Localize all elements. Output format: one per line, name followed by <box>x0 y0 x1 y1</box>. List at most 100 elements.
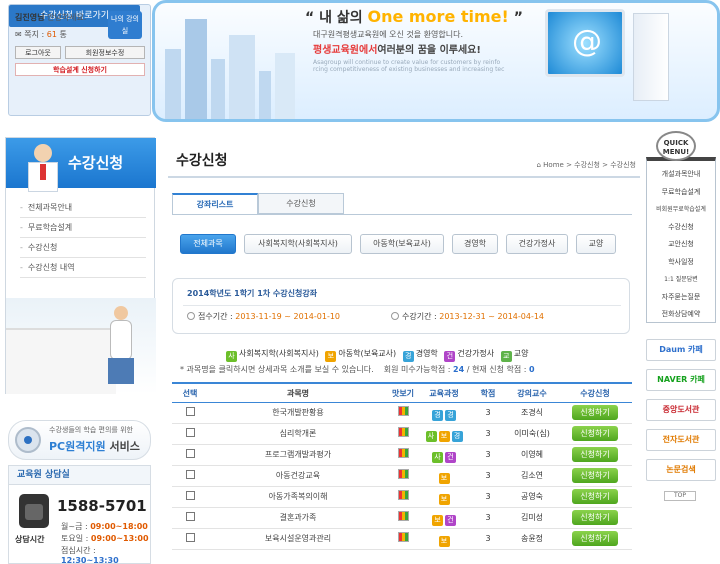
table-row: 결혼과가족 보 건 3 김미성 신청하기 <box>172 508 632 529</box>
apply-button[interactable]: 신청하기 <box>572 426 618 441</box>
sidebar-item-enroll[interactable]: 수강신청 <box>20 238 146 258</box>
quick-link-banner[interactable]: 전자도서관 <box>646 429 716 451</box>
hours-time: 09:00~18:00 <box>90 522 148 531</box>
course-name[interactable]: 심리학개론 <box>208 424 388 444</box>
notes-label: 쪽지 : <box>24 30 45 39</box>
preview-icon[interactable] <box>397 427 409 437</box>
course-name[interactable]: 프로그램개발과평가 <box>208 445 388 465</box>
professor-cell: 김미성 <box>520 513 544 522</box>
telephone-icon <box>19 494 49 528</box>
apply-button[interactable]: 신청하기 <box>572 405 618 420</box>
remaining-credit-label: 회원 미수가능학점 : <box>383 365 451 374</box>
preview-icon[interactable] <box>397 448 409 458</box>
apply-button[interactable]: 신청하기 <box>572 531 618 546</box>
preview-cell <box>388 508 418 528</box>
quick-menu-item[interactable]: 1:1 질문답변 <box>647 274 715 283</box>
apply-button[interactable]: 신청하기 <box>572 468 618 483</box>
logout-button[interactable]: 로그아웃 <box>15 46 61 59</box>
table-row: 프로그램개발과평가 사 건 3 이영혜 신청하기 <box>172 445 632 466</box>
professor-cell: 이영혜 <box>520 450 544 459</box>
hours-label: 토요일 : <box>61 534 89 543</box>
preview-icon[interactable] <box>397 469 409 479</box>
quick-link-banner[interactable]: Daum 카페 <box>646 339 716 361</box>
notes-info[interactable]: ✉ 쪽지 : 61 통 <box>15 29 67 40</box>
apply-button[interactable]: 신청하기 <box>572 510 618 525</box>
remaining-credit-value: 24 <box>453 365 465 374</box>
program-cell: 보 <box>418 529 470 549</box>
tab-enroll[interactable]: 수강신청 <box>258 193 344 214</box>
table-row: 한국개발판황용 경 경 3 조경식 신청하기 <box>172 403 632 424</box>
table-row: 아동가족복의이해 보 3 공영숙 신청하기 <box>172 487 632 508</box>
instruction-note: * 과목명을 클릭하시면 상세과목 소개를 보실 수 있습니다. 회원 미수가능… <box>180 364 535 375</box>
course-name[interactable]: 한국개발판황용 <box>208 403 388 423</box>
breadcrumb: ⌂ Home > 수강신청 > 수강신청 <box>537 160 637 170</box>
preview-cell <box>388 487 418 507</box>
col-credit: 학점 <box>480 389 496 398</box>
my-classroom-button[interactable]: 나의 강의실 <box>108 11 142 39</box>
term-title: 2014학년도 1학기 1차 수강신청강좌 <box>187 289 318 298</box>
notes-unit: 통 <box>59 30 67 39</box>
legend-badge: 사 <box>226 351 237 362</box>
preview-icon[interactable] <box>397 511 409 521</box>
select-checkbox[interactable] <box>185 407 195 416</box>
professor-cell: 이미숙(심) <box>514 429 550 438</box>
preview-cell <box>388 424 418 444</box>
category-liberal-arts[interactable]: 교양 <box>576 234 616 254</box>
apply-cell: 신청하기 <box>558 445 632 465</box>
quick-menu-item[interactable]: 개설과목안내 <box>647 169 715 179</box>
category-all[interactable]: 전체과목 <box>180 234 236 254</box>
member-edit-button[interactable]: 회원정보수정 <box>65 46 145 59</box>
quick-menu-item[interactable]: 수강신청 <box>647 222 715 232</box>
category-business[interactable]: 경영학 <box>452 234 498 254</box>
quick-link-banner[interactable]: 중앙도서관 <box>646 399 716 421</box>
preview-icon[interactable] <box>397 406 409 416</box>
scroll-top-button[interactable]: TOP <box>664 491 696 501</box>
sidebar-item-free-plan[interactable]: 무료학습설계 <box>20 218 146 238</box>
notes-count: 61 <box>46 30 57 39</box>
preview-icon[interactable] <box>397 490 409 500</box>
sidebar-item-all-courses[interactable]: 전체과목안내 <box>20 198 146 218</box>
quick-menu-item[interactable]: 자주묻는질문 <box>647 292 715 302</box>
title-divider <box>168 176 640 178</box>
pc-remote-support-banner[interactable]: 수강생들의 학습 편의를 위한 PC원격지원 서비스 <box>8 420 151 460</box>
category-health-family[interactable]: 건강가정사 <box>506 234 568 254</box>
quick-menu-item[interactable]: 교안신청 <box>647 239 715 249</box>
course-name[interactable]: 결혼과가족 <box>208 508 388 528</box>
tab-course-list[interactable]: 강좌리스트 <box>172 193 258 214</box>
category-social-welfare[interactable]: 사회복지학(사회복지사) <box>244 234 352 254</box>
select-checkbox[interactable] <box>185 449 195 458</box>
course-name[interactable]: 아동가족복의이해 <box>208 487 388 507</box>
hero-banner: “ 내 삶의 One more time! ” 대구원격평생교육원에 오신 것을… <box>152 0 720 122</box>
select-checkbox[interactable] <box>185 428 195 437</box>
building-graphic <box>275 53 295 119</box>
monitor-graphic: @ <box>545 9 625 77</box>
preview-cell <box>388 445 418 465</box>
course-name[interactable]: 아동건강교육 <box>208 466 388 486</box>
legend-badge: 보 <box>325 351 337 362</box>
quick-link-banner[interactable]: 논문검색 <box>646 459 716 481</box>
program-badge: 보 <box>438 431 450 442</box>
program-badge: 보 <box>438 473 450 484</box>
quick-link-banner[interactable]: NAVER 카페 <box>646 369 716 391</box>
sidebar-item-enroll-history[interactable]: 수강신청 내역 <box>20 258 146 278</box>
program-badge: 건 <box>445 452 456 463</box>
select-checkbox[interactable] <box>185 470 195 479</box>
legend-label: 아동학(보육교사) <box>338 349 397 358</box>
breadcrumb-text[interactable]: Home > 수강신청 > 수강신청 <box>543 161 636 169</box>
study-plan-apply-button[interactable]: 학습설계 신청하기 <box>15 63 145 76</box>
quick-menu-item[interactable]: 전화상담예약 <box>647 309 715 319</box>
category-child-studies[interactable]: 아동학(보육교사) <box>360 234 444 254</box>
user-name: 김진영님 <box>15 13 45 22</box>
preview-icon[interactable] <box>397 532 409 542</box>
select-checkbox[interactable] <box>185 491 195 500</box>
quick-menu-item[interactable]: 학사일정 <box>647 257 715 267</box>
quick-menu-item[interactable]: 무료학습설계 <box>647 187 715 197</box>
select-checkbox[interactable] <box>185 533 195 542</box>
apply-button[interactable]: 신청하기 <box>572 447 618 462</box>
course-name[interactable]: 보육시설운영과관리 <box>208 529 388 549</box>
select-checkbox[interactable] <box>185 512 195 521</box>
quick-menu-item[interactable]: 비회원무료학습설계 <box>647 204 715 213</box>
apply-button[interactable]: 신청하기 <box>572 489 618 504</box>
counsel-hours-label: 상담시간 <box>15 535 45 544</box>
program-cell: 사보경 <box>418 424 470 444</box>
